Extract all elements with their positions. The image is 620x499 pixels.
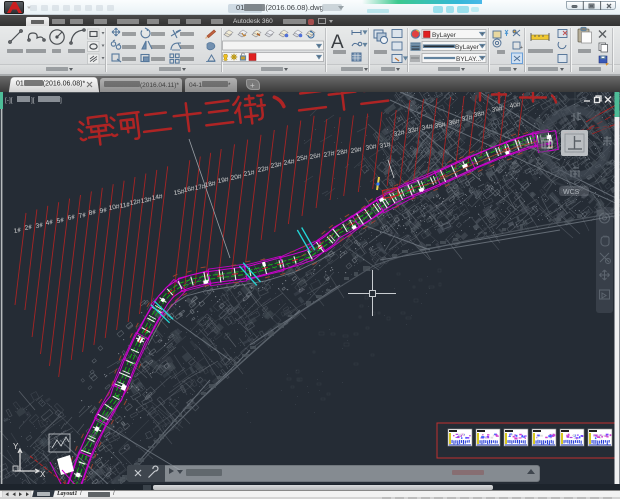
svg-text:8#: 8# [88, 209, 97, 217]
svg-text:ByLayer: ByLayer [432, 32, 457, 39]
svg-text:7#: 7# [78, 212, 87, 220]
svg-text:6#: 6# [67, 214, 76, 222]
svg-text:BYLAY...: BYLAY... [456, 56, 481, 63]
svg-text:Y: Y [13, 442, 19, 451]
svg-text:X: X [40, 470, 46, 479]
svg-text:[-][: [-][ [5, 97, 13, 104]
svg-text:][: ][ [31, 97, 35, 104]
svg-text:]: ] [60, 97, 62, 104]
svg-text:A: A [331, 32, 344, 53]
svg-text:ByLayer: ByLayer [455, 44, 480, 51]
svg-text:9#: 9# [99, 207, 108, 215]
svg-text:5#: 5# [56, 217, 65, 225]
svg-text:3#: 3# [35, 222, 44, 230]
svg-text:1#: 1# [13, 227, 22, 235]
svg-text:2#: 2# [24, 224, 33, 232]
svg-text:+: + [520, 45, 523, 51]
svg-text:WCS: WCS [563, 189, 580, 196]
svg-text:4#: 4# [45, 219, 54, 227]
